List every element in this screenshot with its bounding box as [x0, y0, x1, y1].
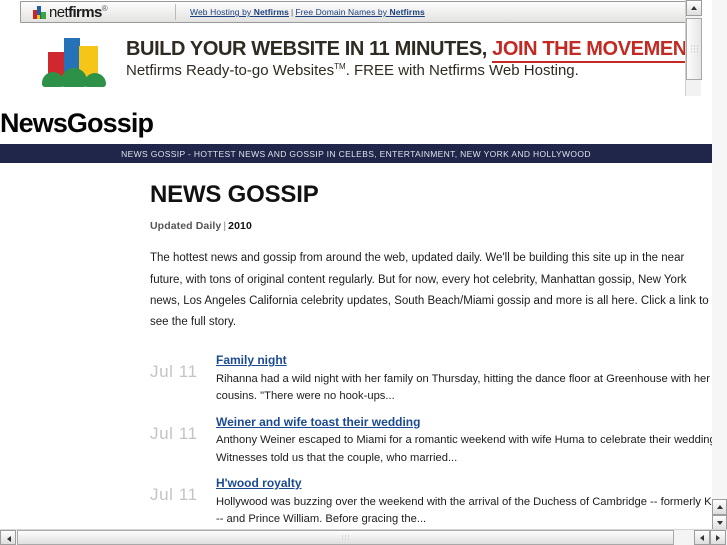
horizontal-scroll-step-buttons[interactable] — [694, 530, 727, 545]
chevron-left-icon — [700, 534, 704, 541]
chevron-down-icon — [716, 521, 723, 525]
banner-headline-plain: BUILD YOUR WEBSITE IN 11 MINUTES, — [126, 38, 487, 61]
updated-line: Updated Daily | 2010 — [150, 220, 712, 232]
article-body: Weiner and wife toast their wedding Anth… — [216, 413, 727, 467]
ad-scroll-up-button[interactable] — [686, 0, 702, 16]
article-date: Jul 11 — [150, 423, 198, 443]
link-web-hosting-text: Web Hosting by — [190, 7, 254, 17]
link-web-hosting[interactable]: Web Hosting by Netfirms — [190, 7, 289, 17]
article-excerpt: Hollywood was buzzing over the weekend w… — [216, 495, 727, 526]
netfirms-logo[interactable]: netfirms® — [21, 3, 171, 21]
netfirms-wordmark: netfirms® — [49, 3, 108, 21]
page-scroll-right-step-button[interactable] — [710, 530, 726, 545]
page-scroll-left-button[interactable] — [0, 530, 16, 545]
link-free-domains-text: Free Domain Names by — [295, 7, 390, 17]
main-content: NEWS GOSSIP Updated Daily | 2010 The hotte… — [150, 181, 727, 545]
netfirms-wordmark-light: net — [49, 3, 69, 21]
ad-scroll-thumb[interactable] — [686, 18, 702, 80]
netfirms-banner-ad[interactable]: BUILD YOUR WEBSITE IN 11 MINUTES, JOIN T… — [20, 29, 699, 91]
banner-subline-tm-icon: TM — [334, 62, 346, 72]
netfirms-wordmark-bold: firms — [68, 3, 102, 21]
banner-copy: BUILD YOUR WEBSITE IN 11 MINUTES, JOIN T… — [126, 38, 699, 81]
page-vertical-scrollbar[interactable] — [712, 0, 727, 531]
article-date: Jul 11 — [150, 485, 198, 505]
header-divider — [175, 4, 176, 20]
link-web-hosting-brand: Netfirms — [253, 7, 290, 17]
netfirms-ad-frame: netfirms® Web Hosting by Netfirms | Free D… — [0, 0, 712, 100]
intro-paragraph: The hottest news and gossip from around … — [150, 252, 709, 329]
chevron-right-icon — [716, 534, 720, 541]
list-item: Jul 11 H'wood royalty Hollywood was buzz… — [150, 474, 727, 528]
updated-year: 2010 — [228, 220, 252, 233]
updated-label: Updated Daily — [150, 220, 222, 233]
page-title: NEWS GOSSIP — [150, 181, 319, 208]
page-horizontal-scrollbar[interactable] — [0, 529, 727, 545]
list-item: Jul 11 Family night Rihanna had a wild n… — [150, 351, 727, 405]
banner-subline: Netfirms Ready-to-go WebsitesTM. FREE wi… — [126, 62, 699, 81]
grip-icon — [340, 534, 351, 541]
article-body: Family night Rihanna had a wild night wi… — [216, 351, 727, 405]
horizontal-scroll-thumb[interactable] — [17, 530, 674, 545]
article-date: Jul 11 — [150, 362, 198, 382]
list-item: Jul 11 Weiner and wife toast their weddi… — [150, 413, 727, 467]
article-body: H'wood royalty Hollywood was buzzing ove… — [216, 474, 727, 528]
article-title-link[interactable]: H'wood royalty — [216, 476, 302, 492]
grip-icon — [690, 44, 698, 54]
buildings-illustration-icon — [42, 33, 112, 87]
netfirms-trademark-icon: ® — [101, 3, 108, 13]
site-tagline-bar: NEWS GOSSIP - HOTTEST NEWS AND GOSSIP IN… — [0, 144, 712, 163]
browser-viewport: netfirms® Web Hosting by Netfirms | Free D… — [0, 0, 727, 545]
page-scroll-up-button[interactable] — [712, 499, 727, 515]
ad-frame-vertical-scrollbar[interactable] — [685, 0, 702, 96]
page-scroll-left-step-button[interactable] — [694, 530, 710, 545]
banner-subline-b: . FREE with Netfirms Web Hosting. — [345, 62, 579, 80]
article-title-link[interactable]: Weiner and wife toast their wedding — [216, 415, 420, 431]
netfirms-logo-icon — [33, 5, 47, 19]
chevron-up-icon — [691, 6, 697, 10]
article-excerpt: Anthony Weiner escaped to Miami for a ro… — [216, 434, 727, 464]
netfirms-links: Web Hosting by Netfirms | Free Domain Name… — [190, 7, 425, 17]
banner-subline-a: Netfirms Ready-to-go Websites — [126, 62, 335, 80]
banner-headline-accent: JOIN THE MOVEMENT — [492, 38, 699, 64]
article-excerpt: Rihanna had a wild night with her family… — [216, 373, 727, 403]
link-free-domains[interactable]: Free Domain Names by Netfirms — [295, 7, 425, 17]
article-title-link[interactable]: Family night — [216, 353, 287, 369]
vertical-scroll-track[interactable] — [712, 0, 727, 499]
netfirms-header-bar: netfirms® Web Hosting by Netfirms | Free D… — [20, 1, 688, 23]
chevron-left-icon — [7, 536, 11, 542]
link-free-domains-brand: Netfirms — [389, 7, 425, 17]
banner-headline: BUILD YOUR WEBSITE IN 11 MINUTES, JOIN T… — [126, 38, 699, 64]
chevron-up-icon — [716, 505, 723, 509]
site-title: NewsGossip — [0, 108, 154, 138]
